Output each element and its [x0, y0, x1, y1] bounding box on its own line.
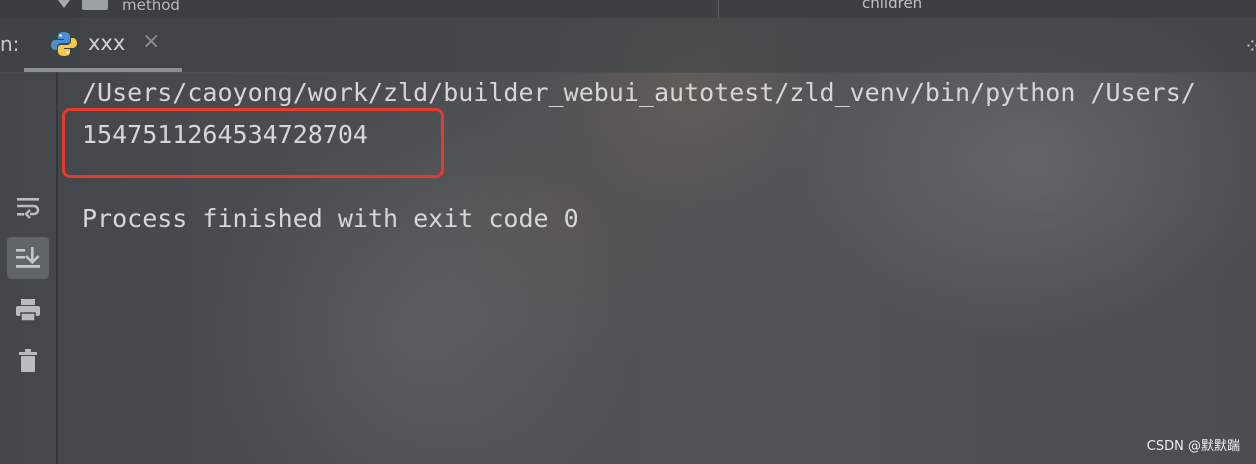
run-tool-window: method children n: xxx × ⁘ [0, 0, 1256, 464]
tab-title: xxx [88, 31, 126, 55]
scroll-to-end-button[interactable] [7, 237, 49, 279]
print-button[interactable] [7, 289, 49, 331]
trash-icon [19, 349, 37, 372]
soft-wrap-button[interactable] [7, 186, 49, 228]
console-toolbar [0, 72, 56, 464]
tab-xxx[interactable]: xxx × [24, 18, 182, 72]
gutter-divider [56, 72, 58, 464]
exit-message: Process finished with exit code 0 [82, 204, 579, 233]
python-icon [51, 32, 77, 56]
chevron-down-icon[interactable] [58, 0, 70, 8]
watermark: CSDN @默默踹 [1146, 439, 1240, 454]
structure-item-label: children [862, 0, 923, 12]
command-line: /Users/caoyong/work/zld/builder_webui_au… [82, 78, 1196, 107]
clear-all-button[interactable] [7, 340, 49, 382]
printer-icon [16, 299, 40, 322]
project-item-label: method [122, 0, 180, 14]
run-window-label: n: [0, 32, 20, 56]
highlight-annotation [62, 108, 444, 178]
soft-wrap-icon [17, 198, 40, 219]
close-icon[interactable]: × [142, 30, 160, 54]
settings-icon[interactable]: ⁘ [1244, 34, 1256, 58]
pane-divider [718, 0, 719, 18]
scroll-to-end-icon [16, 247, 40, 268]
folder-icon [82, 0, 108, 10]
project-tree-strip: method children [0, 0, 1256, 18]
run-tab-bar: n: xxx × ⁘ [0, 18, 1256, 73]
project-tree-row[interactable]: method [58, 0, 180, 14]
